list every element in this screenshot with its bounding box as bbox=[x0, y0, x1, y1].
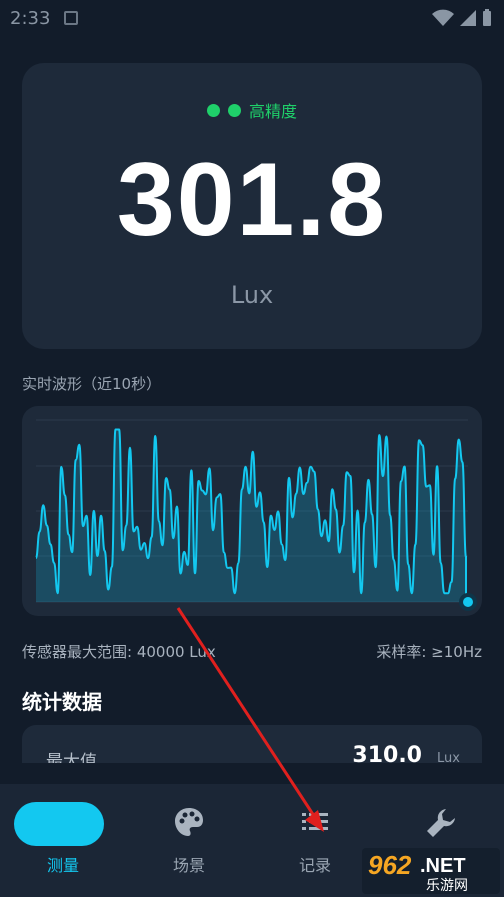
sensor-max-range: 传感器最大范围: 40000 Lux bbox=[22, 643, 216, 661]
nav-label-measure: 测量 bbox=[46, 856, 79, 875]
svg-text:962: 962 bbox=[368, 850, 412, 880]
notification-icon bbox=[64, 11, 79, 25]
max-value: 310.0 bbox=[352, 743, 422, 763]
nav-label-records: 记录 bbox=[298, 856, 331, 875]
wifi-icon bbox=[432, 9, 454, 26]
nav-item-scene[interactable]: 场景 bbox=[126, 784, 252, 897]
reading-card: 高精度 301.8 Lux bbox=[22, 63, 482, 349]
stats-card: 最大值 310.0 Lux bbox=[22, 725, 482, 763]
nav-item-records[interactable]: 记录 bbox=[252, 784, 378, 897]
battery-icon bbox=[483, 9, 491, 26]
current-point bbox=[463, 597, 473, 607]
site-watermark-logo: 962 .NET 乐游网 bbox=[362, 848, 500, 894]
waveform-title: 实时波形（近10秒） bbox=[22, 375, 162, 393]
wrench-icon bbox=[427, 809, 455, 837]
nav-label-scene: 场景 bbox=[172, 856, 205, 875]
status-dot-icon bbox=[227, 103, 241, 117]
list-icon bbox=[302, 813, 328, 830]
stats-title: 统计数据 bbox=[22, 690, 102, 714]
status-time: 2:33 bbox=[10, 7, 51, 29]
active-indicator bbox=[14, 802, 104, 846]
nav-item-measure[interactable]: 测量 bbox=[0, 784, 126, 897]
status-dot-icon bbox=[206, 103, 220, 117]
max-value-unit: Lux bbox=[437, 751, 460, 763]
svg-text:.NET: .NET bbox=[420, 855, 466, 877]
waveform-chart bbox=[22, 406, 482, 616]
precision-indicator: 高精度 bbox=[22, 98, 482, 122]
precision-label: 高精度 bbox=[248, 102, 297, 121]
max-value-label: 最大值 bbox=[46, 752, 97, 763]
status-bar: 2:33 bbox=[0, 0, 504, 36]
signal-icon bbox=[460, 10, 476, 26]
palette-icon bbox=[175, 808, 203, 836]
waveform-plot bbox=[35, 419, 477, 611]
lux-unit: Lux bbox=[230, 281, 274, 309]
svg-text:乐游网: 乐游网 bbox=[426, 878, 468, 894]
lux-reading: 301.8 bbox=[116, 142, 388, 258]
sample-rate: 采样率: ≥10Hz bbox=[376, 643, 482, 661]
